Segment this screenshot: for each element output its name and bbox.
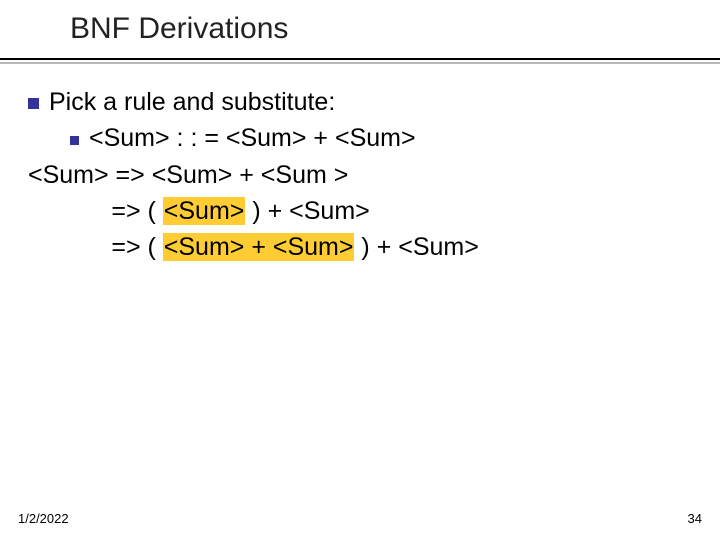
square-bullet-icon (70, 136, 79, 145)
slide: BNF Derivations Pick a rule and substitu… (0, 0, 720, 540)
title-underline-shadow (0, 62, 720, 64)
text-line-1: Pick a rule and substitute: (49, 88, 335, 116)
text-line-4a: => ( (111, 197, 162, 225)
highlight-sum-expansion: <Sum> + <Sum> (163, 233, 355, 261)
footer-page-number: 34 (688, 511, 702, 526)
text-line-3: <Sum> => <Sum> + <Sum > (28, 161, 348, 189)
footer-date: 1/2/2022 (18, 511, 69, 526)
title-underline (0, 58, 720, 60)
derivation-line-2: => ( <Sum> ) + <Sum> (28, 193, 479, 229)
derivation-line-3: => ( <Sum> + <Sum> ) + <Sum> (28, 229, 479, 265)
highlight-sum: <Sum> (163, 197, 246, 225)
bullet-row-1: Pick a rule and substitute: (28, 84, 479, 120)
text-line-5b: ) + <Sum> (354, 233, 478, 261)
text-line-2: <Sum> : : = <Sum> + <Sum> (89, 124, 416, 152)
slide-title: BNF Derivations (70, 12, 288, 46)
square-bullet-icon (28, 98, 39, 109)
slide-content: Pick a rule and substitute: <Sum> : : = … (28, 84, 479, 265)
bullet-row-2: <Sum> : : = <Sum> + <Sum> (28, 120, 479, 156)
text-line-5a: => ( (111, 233, 162, 261)
derivation-line-1: <Sum> => <Sum> + <Sum > (28, 157, 479, 193)
text-line-4b: ) + <Sum> (245, 197, 369, 225)
